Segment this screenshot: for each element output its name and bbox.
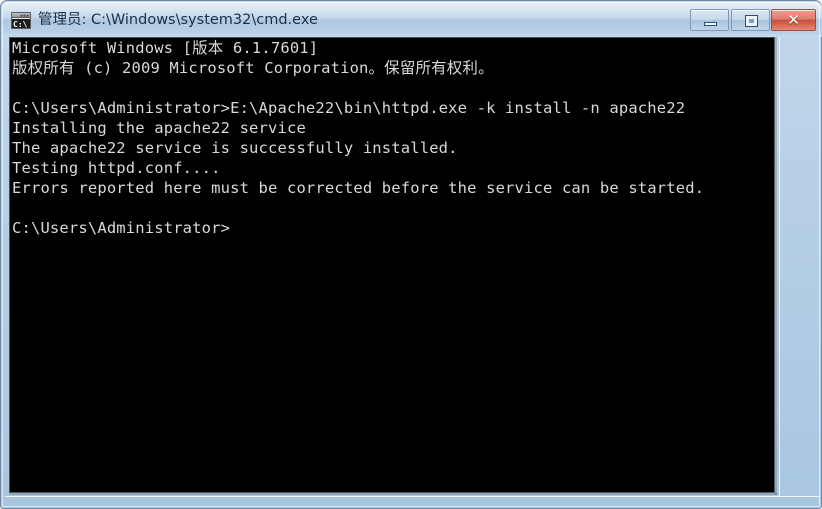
window-title: 管理员: C:\Windows\system32\cmd.exe bbox=[38, 12, 318, 28]
frame-bottom-highlight bbox=[5, 496, 819, 497]
cmd-icon-prompt-text: C:\ bbox=[13, 20, 28, 29]
console-line: C:\Users\Administrator>E:\Apache22\bin\h… bbox=[12, 99, 686, 117]
console-shadow-right bbox=[775, 37, 777, 495]
close-icon: ✕ bbox=[787, 11, 800, 29]
console-text: Microsoft Windows [版本 6.1.7601] 版权所有 (c) … bbox=[12, 38, 704, 238]
frame-right-highlight bbox=[779, 37, 780, 497]
console-line: 版权所有 (c) 2009 Microsoft Corporation。保留所有… bbox=[12, 59, 494, 77]
console-line: Errors reported here must be corrected b… bbox=[12, 179, 705, 197]
maximize-icon-inner bbox=[749, 19, 754, 23]
console-output-area[interactable]: Microsoft Windows [版本 6.1.7601] 版权所有 (c) … bbox=[9, 37, 775, 493]
maximize-button[interactable] bbox=[731, 9, 770, 31]
console-line: The apache22 service is successfully ins… bbox=[12, 139, 458, 157]
cmd-icon: ▪▪▪ C:\ bbox=[11, 12, 31, 29]
minimize-button[interactable] bbox=[690, 9, 729, 31]
console-line: Microsoft Windows [版本 6.1.7601] bbox=[12, 39, 319, 57]
minimize-icon bbox=[704, 22, 717, 26]
console-shadow-bottom bbox=[9, 493, 777, 495]
console-line: Installing the apache22 service bbox=[12, 119, 306, 137]
console-line: C:\Users\Administrator> bbox=[12, 219, 231, 237]
close-button[interactable]: ✕ bbox=[771, 9, 816, 31]
title-bar[interactable]: ▪▪▪ C:\ 管理员: C:\Windows\system32\cmd.exe… bbox=[2, 2, 822, 37]
console-line: Testing httpd.conf.... bbox=[12, 159, 221, 177]
cmd-icon-dots: ▪▪▪ bbox=[19, 13, 29, 19]
command-prompt-window: ▪▪▪ C:\ 管理员: C:\Windows\system32\cmd.exe… bbox=[0, 0, 822, 509]
